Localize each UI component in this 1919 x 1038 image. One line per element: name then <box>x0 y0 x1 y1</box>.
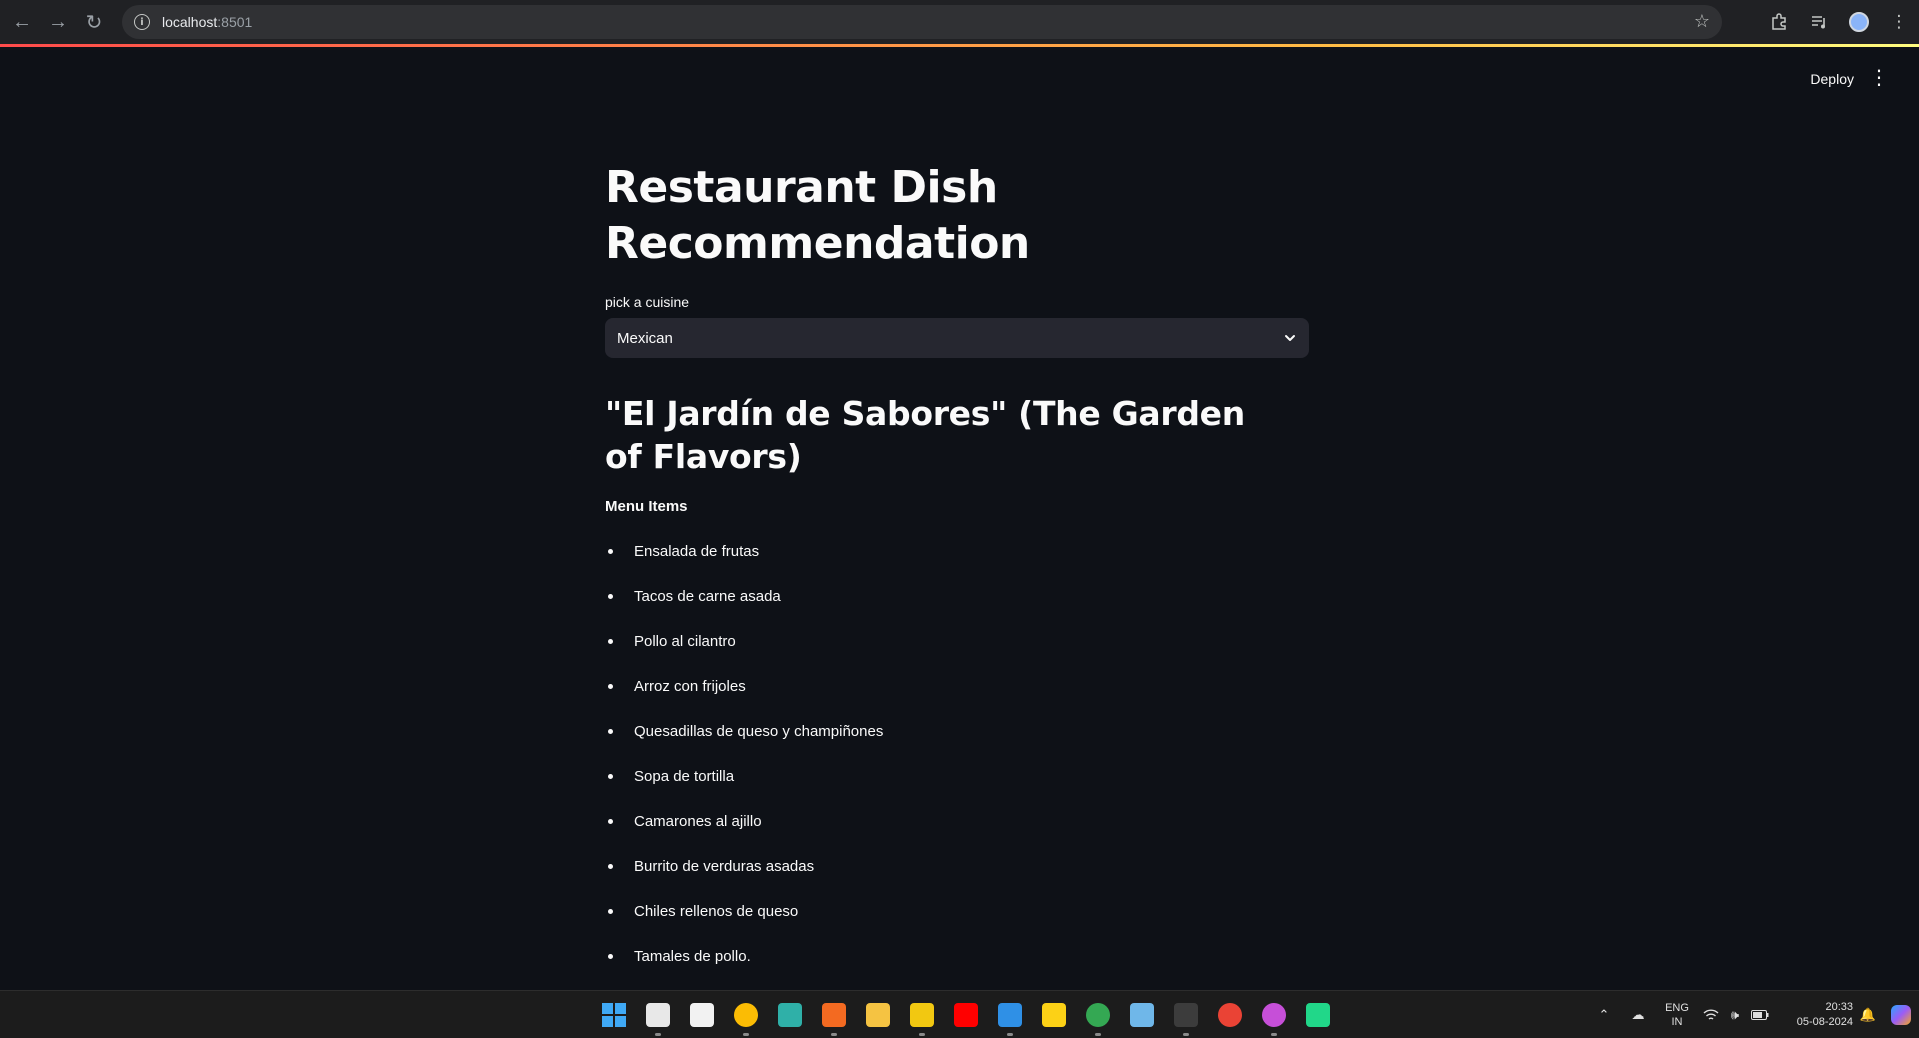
bullet <box>608 819 613 824</box>
media-queue-icon[interactable] <box>1799 0 1839 44</box>
terminal-icon[interactable] <box>1164 991 1208 1038</box>
chevron-up-icon[interactable]: ⌃ <box>1587 1007 1621 1023</box>
clock[interactable]: 20:33 05-08-2024 <box>1773 1000 1853 1030</box>
url-port: :8501 <box>217 14 253 30</box>
browser-actions: ⋮ <box>1759 0 1919 44</box>
menu-item-label: Pollo al cilantro <box>634 633 736 650</box>
menu-item: Pollo al cilantro <box>605 619 1309 664</box>
menu-item-label: Chiles rellenos de queso <box>634 903 799 920</box>
menu-item: Tacos de carne asada <box>605 574 1309 619</box>
menu-item-label: Ensalada de frutas <box>634 543 760 560</box>
bullet <box>608 549 613 554</box>
language-code: ENG <box>1665 1002 1689 1014</box>
language-indicator[interactable]: ENG IN <box>1655 1001 1699 1029</box>
menu-item: Arroz con frijoles <box>605 664 1309 709</box>
cuisine-select[interactable]: Mexican <box>605 318 1309 358</box>
bullet <box>608 954 613 959</box>
bookmark-star-icon[interactable]: ☆ <box>1694 11 1710 32</box>
menu-item-label: Sopa de tortilla <box>634 768 735 785</box>
menu-item-label: Burrito de verduras asadas <box>634 858 815 875</box>
restaurant-name: "El Jardín de Sabores" (The Garden of Fl… <box>605 394 1245 476</box>
url-host: localhost <box>162 14 218 30</box>
battery-icon[interactable] <box>1747 1010 1773 1020</box>
snipping-tool-icon[interactable] <box>636 991 680 1038</box>
notification-bell-icon[interactable]: 🔔 <box>1853 1007 1883 1023</box>
taskbar-apps <box>592 991 1340 1038</box>
page-title: Restaurant Dish Recommendation <box>605 162 1030 269</box>
address-bar[interactable]: i localhost:8501 ☆ <box>122 5 1722 39</box>
taskbar: ⌃ ☁ ENG IN 🕪 20:33 05-08-2024 🔔 <box>0 990 1919 1038</box>
menu-item-label: Quesadillas de queso y champiñones <box>634 723 884 740</box>
menu-item: Tamales de pollo. <box>605 934 1309 979</box>
power-bi-icon[interactable] <box>900 991 944 1038</box>
app-orange-icon[interactable] <box>812 991 856 1038</box>
clock-time: 20:33 <box>1825 1001 1853 1013</box>
bullet <box>608 864 613 869</box>
menu-item: Ensalada de frutas <box>605 529 1309 574</box>
chrome-profile-3-icon[interactable] <box>1252 991 1296 1038</box>
menu-list: Ensalada de frutas Tacos de carne asada … <box>605 529 1309 979</box>
profile-avatar[interactable] <box>1839 0 1879 44</box>
wifi-icon[interactable] <box>1699 1008 1723 1022</box>
bullet <box>608 909 613 914</box>
chevron-down-icon <box>1285 335 1295 341</box>
clock-date: 05-08-2024 <box>1796 1016 1853 1028</box>
microsoft-store-icon[interactable] <box>680 991 724 1038</box>
menu-kebab-icon[interactable]: ⋮ <box>1879 0 1919 44</box>
menu-item-label: Camarones al ajillo <box>634 813 762 830</box>
menu-item-label: Arroz con frijoles <box>634 678 746 695</box>
bullet <box>608 684 613 689</box>
chrome-profile-2-icon[interactable] <box>1208 991 1252 1038</box>
onedrive-cloud-icon[interactable]: ☁ <box>1621 1007 1655 1023</box>
site-info-icon[interactable]: i <box>134 14 150 30</box>
browser-toolbar: ← → ↻ i localhost:8501 ☆ ⋮ <box>0 0 1919 44</box>
deploy-button[interactable]: Deploy <box>1810 71 1854 87</box>
vscode-icon[interactable] <box>988 991 1032 1038</box>
system-tray: ⌃ ☁ ENG IN 🕪 20:33 05-08-2024 🔔 <box>1587 991 1919 1038</box>
chrome-icon[interactable] <box>724 991 768 1038</box>
volume-icon[interactable]: 🕪 <box>1723 1007 1747 1023</box>
menu-heading: Menu Items <box>605 498 688 515</box>
file-explorer-icon[interactable] <box>856 991 900 1038</box>
menu-item: Camarones al ajillo <box>605 799 1309 844</box>
cuisine-select-label: pick a cuisine <box>605 294 690 310</box>
menu-item-label: Tacos de carne asada <box>634 588 781 605</box>
copilot-icon[interactable] <box>1883 1005 1919 1025</box>
reload-icon[interactable]: ↻ <box>76 4 112 40</box>
main-menu-kebab-icon[interactable]: ⋮ <box>1869 68 1889 88</box>
start-windows-icon[interactable] <box>592 991 636 1038</box>
bullet <box>608 729 613 734</box>
menu-item: Quesadillas de queso y champiñones <box>605 709 1309 754</box>
loading-progress-line <box>0 44 1919 47</box>
extensions-puzzle-icon[interactable] <box>1759 0 1799 44</box>
chrome-profile-icon[interactable] <box>1076 991 1120 1038</box>
youtube-music-icon[interactable] <box>944 991 988 1038</box>
bullet <box>608 639 613 644</box>
forward-arrow-icon[interactable]: → <box>40 4 76 40</box>
back-arrow-icon[interactable]: ← <box>4 4 40 40</box>
menu-item: Burrito de verduras asadas <box>605 844 1309 889</box>
remote-desktop-icon[interactable] <box>1120 991 1164 1038</box>
menu-item-label: Tamales de pollo. <box>634 948 751 965</box>
main-content: Restaurant Dish Recommendation pick a cu… <box>605 160 1309 979</box>
screen: ← → ↻ i localhost:8501 ☆ ⋮ Deploy ⋮ Rest… <box>0 0 1919 1038</box>
sticky-notes-icon[interactable] <box>1032 991 1076 1038</box>
menu-item: Sopa de tortilla <box>605 754 1309 799</box>
cuisine-select-value: Mexican <box>617 329 673 347</box>
url-text[interactable]: localhost:8501 <box>162 14 252 30</box>
pycharm-icon[interactable] <box>1296 991 1340 1038</box>
menu-item: Chiles rellenos de queso <box>605 889 1309 934</box>
bullet <box>608 774 613 779</box>
language-region: IN <box>1671 1016 1683 1028</box>
bullet <box>608 594 613 599</box>
edge-icon[interactable] <box>768 991 812 1038</box>
